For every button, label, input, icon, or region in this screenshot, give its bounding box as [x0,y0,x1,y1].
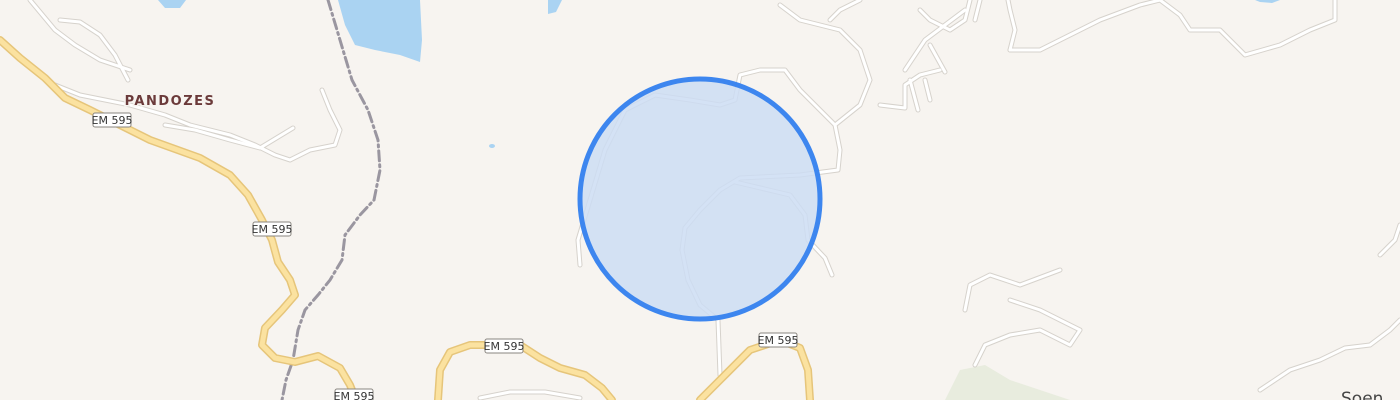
pond-small [548,0,562,14]
railway-line [280,0,382,400]
reservoir [338,0,422,62]
town-label: Soen [1340,388,1385,400]
map-canvas[interactable]: EM 595 EM 595 EM 595 EM 595 EM 595 PANDO… [0,0,1400,400]
svg-text:EM 595: EM 595 [92,114,133,127]
svg-text:EM 595: EM 595 [758,334,799,347]
svg-text:EM 595: EM 595 [334,390,375,400]
place-label: PANDOZES [123,93,216,111]
road-shield: EM 595 [252,221,293,237]
road-shield: EM 595 [484,338,525,354]
radius-circle[interactable] [577,76,823,322]
road-shield: EM 595 [334,388,375,400]
svg-text:EM 595: EM 595 [252,223,293,236]
svg-text:EM 595: EM 595 [484,340,525,353]
park-area [945,365,1070,400]
svg-text:PANDOZES: PANDOZES [125,94,216,109]
svg-text:Soen: Soen [1341,389,1383,400]
pond-top-left [158,0,186,8]
road-shield: EM 595 [758,332,799,348]
map-view[interactable]: EM 595 EM 595 EM 595 EM 595 EM 595 PANDO… [0,0,1400,400]
pond-tiny [489,144,495,148]
pond-top-right [1255,0,1280,3]
road-shield: EM 595 [92,112,133,128]
